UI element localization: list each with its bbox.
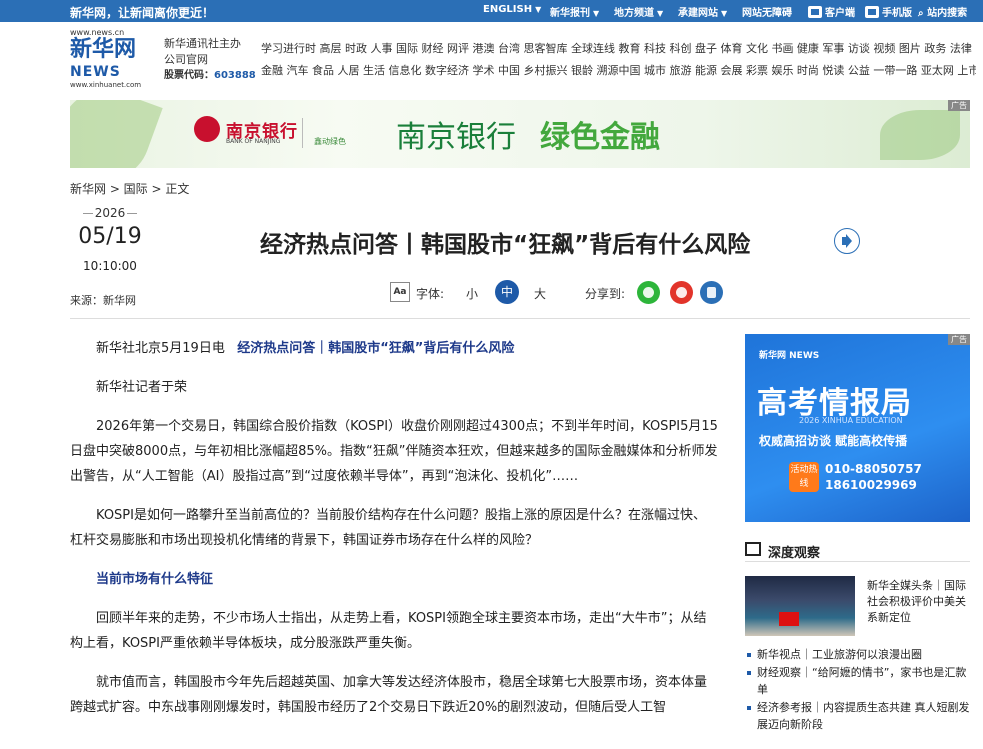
ad-tag: 广告 (948, 100, 970, 111)
mobile-share-icon[interactable] (700, 281, 723, 304)
gaokao-ad[interactable]: 广告 新华网 NEWS 高考情报局 2026 XINHUA EDUCATION … (745, 334, 970, 522)
banner-sub: 鑫动绿色 (314, 137, 346, 146)
brand-line: 新华通讯社主办 (164, 37, 241, 50)
mobile-link[interactable]: 手机版 (865, 4, 912, 19)
divider (302, 118, 303, 148)
site-slogan: 新华网，让新闻离你更近！ (70, 6, 215, 20)
chevron-down-icon: ▼ (535, 5, 542, 14)
article-paragraph: 2026年第一个交易日，韩国综合股价指数（KOSPI）收盘价刚刚超过4300点；… (70, 419, 718, 484)
hotline-badge: 活动热线 (789, 462, 819, 492)
article-reporter: 新华社记者于荣 (96, 380, 188, 395)
feature-thumbnail[interactable] (745, 576, 855, 636)
mobile-icon (865, 6, 879, 18)
section-icon (745, 542, 761, 556)
channel-nav[interactable]: 学习进行时 高层 时政 人事 国际 财经 网评 港澳 台湾 思客智库 全球连线 … (261, 42, 976, 86)
article-paragraph: 就市值而言，韩国股市今年先后超越英国、加拿大等发达经济体股市，稳居全球第七大股票… (70, 675, 708, 715)
hotline-phone: 010-88050757 (825, 462, 922, 476)
banner-headline: 南京银行 (396, 120, 516, 155)
brand-info: 新华通讯社主办 公司官网 股票代码：603888 (164, 36, 256, 84)
banner-headline-green: 绿色金融 (540, 120, 660, 155)
section-heading: 当前市场有什么特征 (96, 572, 214, 587)
built-sites-menu[interactable]: 承建网站 ▼ (678, 4, 727, 19)
flag-decoration (779, 612, 799, 626)
article-lead: 新华社北京5月19日电 经济热点问答｜韩国股市“狂飙”背后有什么风险 (96, 341, 515, 356)
search-icon: ⌕ (918, 8, 924, 19)
divider (70, 318, 970, 319)
publish-year: 2026 (70, 206, 150, 220)
phone-app-icon (808, 6, 822, 18)
audio-play-button[interactable] (834, 228, 860, 254)
list-item[interactable]: 新华视点｜工业旅游何以浪漫出圈 (745, 646, 973, 663)
hotline-phone: 18610029969 (825, 478, 917, 492)
sidebar-news-list: 新华视点｜工业旅游何以浪漫出圈 财经观察｜“给阿嬷的情书”，家书也是汇款单 经济… (745, 646, 973, 734)
list-item[interactable]: 经济参考报｜内容提质生态共建 真人短剧发展迈向新阶段 (745, 699, 973, 733)
bank-logo-icon (194, 116, 220, 142)
font-label: 字体: (416, 287, 445, 301)
font-medium-button[interactable]: 中 (495, 280, 519, 304)
article-paragraph: 回顾半年来的走势，不少市场人士指出，从走势上看，KOSPI领跑全球主要资本市场，… (70, 611, 707, 651)
article-paragraph: KOSPI是如何一路攀升至当前高位的？当前股价结构存在什么问题？股指上涨的原因是… (70, 508, 706, 548)
channel-nav-row[interactable]: 学习进行时 高层 时政 人事 国际 财经 网评 港澳 台湾 思客智库 全球连线 … (261, 42, 976, 64)
article-source: 来源：新华网 (70, 294, 136, 307)
publish-time: 10:10:00 (83, 259, 137, 273)
top-bar: 新华网，让新闻离你更近！ ENGLISH ▼ 新华报刊 ▼ 地方频道 ▼ 承建网站 ▼ … (0, 0, 983, 22)
local-channels-menu[interactable]: 地方频道 ▼ (614, 4, 663, 19)
share-label: 分享到: (585, 287, 626, 301)
logo-en: NEWS (70, 64, 121, 80)
site-logo[interactable]: www.news.cn 新华网 NEWS www.xinhuanet.com (70, 28, 150, 90)
wechat-share-icon[interactable] (637, 281, 660, 304)
publish-date: 2026 05/19 10:10:00 (70, 206, 150, 273)
ad-tag: 广告 (948, 334, 970, 345)
logo-url2: www.xinhuanet.com (70, 81, 142, 89)
site-search[interactable]: ⌕ 站内搜索 (918, 4, 967, 19)
logo-cn: 新华网 (70, 36, 137, 62)
section-title: 深度观察 (768, 546, 821, 561)
publish-month-day: 05/19 (78, 224, 142, 249)
chevron-down-icon: ▼ (657, 9, 664, 18)
sidebar-section-header: 深度观察 (745, 540, 970, 562)
ad-logo: 新华网 NEWS (759, 351, 820, 361)
weibo-share-icon[interactable] (670, 281, 693, 304)
page-title: 经济热点问答丨韩国股市“狂飙”背后有什么风险 (260, 232, 751, 258)
feature-headline[interactable]: 新华全媒头条｜国际社会积极评价中美关系新定位 (867, 578, 973, 626)
ad-subtitle: 2026 XINHUA EDUCATION (799, 416, 903, 425)
accessibility-link[interactable]: 网站无障碍 (742, 4, 792, 19)
font-size-icon: Aa (390, 282, 410, 302)
font-small-button[interactable]: 小 (466, 285, 478, 302)
font-large-button[interactable]: 大 (534, 285, 546, 302)
app-link[interactable]: 客户端 (808, 4, 855, 19)
bank-banner-ad[interactable]: 南京银行 BANK OF NANJING 鑫动绿色 南京银行 绿色金融 广告 (70, 100, 970, 168)
channel-nav-row[interactable]: 金融 汽车 食品 人居 生活 信息化 数字经济 学术 中国 乡村振兴 银龄 溯源… (261, 64, 976, 86)
chevron-down-icon: ▼ (721, 9, 728, 18)
stock-code: 股票代码：603888 (164, 70, 256, 81)
breadcrumb[interactable]: 新华网 > 国际 > 正文 (70, 180, 189, 197)
english-menu[interactable]: ENGLISH ▼ (483, 4, 541, 15)
newspapers-menu[interactable]: 新华报刊 ▼ (550, 4, 599, 19)
bank-name-en: BANK OF NANJING (226, 138, 281, 145)
leaf-decoration (880, 110, 960, 160)
ad-tagline: 权威高招访谈 赋能高校传播 (759, 434, 908, 448)
chevron-down-icon: ▼ (593, 9, 600, 18)
list-item[interactable]: 财经观察｜“给阿嬷的情书”，家书也是汇款单 (745, 664, 973, 698)
brand-line: 公司官网 (164, 53, 208, 66)
article-body: 新华社北京5月19日电 经济热点问答｜韩国股市“狂飙”背后有什么风险 新华社记者… (70, 336, 718, 734)
leaf-decoration (70, 100, 163, 168)
